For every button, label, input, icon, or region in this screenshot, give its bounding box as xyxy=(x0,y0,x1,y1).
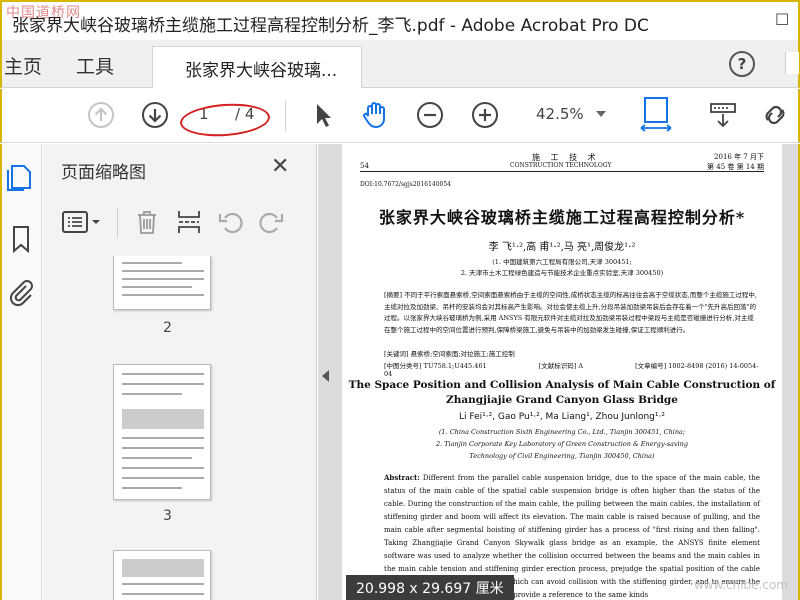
thumbnail-text-line xyxy=(122,383,204,385)
thumbnail-panel: 页面缩略图 ✕ 2 3 xyxy=(43,144,347,600)
attachment-icon[interactable] xyxy=(4,276,38,310)
window-title: 张家界大峡谷玻璃桥主缆施工过程高程控制分析_李飞.pdf - Adobe Acr… xyxy=(12,16,649,36)
thumbnail-text-line xyxy=(122,262,182,264)
panel-title: 页面缩略图 xyxy=(61,163,146,183)
link-tool-icon[interactable] xyxy=(760,100,790,130)
thumbnail-text-line xyxy=(122,457,192,459)
insert-page-icon[interactable] xyxy=(175,208,203,236)
tab-bar: 主页 工具 张家界大峡谷玻璃... ? xyxy=(0,40,800,88)
panel-toolbar xyxy=(43,200,317,246)
previous-page-icon[interactable] xyxy=(86,100,116,130)
classification-line: [中图分类号] TU758.1;U445.461 [文献标识码] A [文章编号… xyxy=(384,360,760,378)
affiliation-en-1: (1. China Construction Sixth Engineering… xyxy=(438,428,686,436)
thumbnail-list: 2 3 xyxy=(53,256,293,600)
thumbnail-text-line xyxy=(122,278,204,280)
thumbnail-page-number: 3 xyxy=(163,508,172,524)
affiliation-en-3: Technology of Civil Engineering, Tianjin… xyxy=(469,452,655,460)
thumbnail-page-3[interactable] xyxy=(113,364,211,500)
journal-name-en: CONSTRUCTION TECHNOLOGY xyxy=(510,162,612,169)
zoom-in-icon[interactable] xyxy=(470,100,500,130)
thumbnail-text-line xyxy=(122,437,204,439)
issue-date: 2016 年 7 月下 xyxy=(714,153,764,161)
zoom-level-input[interactable]: 42.5% xyxy=(536,105,584,123)
document-viewer: 54 施 工 技 术 CONSTRUCTION TECHNOLOGY 2016 … xyxy=(318,144,800,600)
hand-tool-icon[interactable] xyxy=(360,100,390,130)
close-icon[interactable]: ✕ xyxy=(271,154,289,179)
class-number: [中图分类号] TU758.1;U445.461 xyxy=(384,362,487,370)
thumbnail-text-line xyxy=(122,583,204,585)
tab-document-label: 张家界大峡谷玻璃... xyxy=(185,61,338,81)
thumbnail-page-2[interactable] xyxy=(113,256,211,310)
page-thumbnails-icon[interactable] xyxy=(4,160,38,194)
thumbnail-page-4[interactable] xyxy=(113,550,211,600)
collapse-panel-icon[interactable] xyxy=(322,370,329,382)
thumbnail-text-line xyxy=(122,270,204,272)
title-en: The Space Position and Collision Analysi… xyxy=(348,379,776,406)
thumbnail-text-line xyxy=(122,487,182,489)
maximize-icon[interactable]: ☐ xyxy=(775,10,789,29)
zoom-out-icon[interactable] xyxy=(415,100,445,130)
affiliation-cn-2: 2. 天津市土木工程绿色建造与节能技术企业重点实验室,天津 300450) xyxy=(460,269,664,277)
pdf-page[interactable]: 54 施 工 技 术 CONSTRUCTION TECHNOLOGY 2016 … xyxy=(342,144,782,600)
tab-overflow[interactable] xyxy=(785,52,799,74)
thumbnail-figure xyxy=(122,409,204,429)
bookmark-icon[interactable] xyxy=(4,222,38,256)
rotate-left-icon[interactable] xyxy=(217,208,245,236)
thumbnail-text-line xyxy=(122,477,204,479)
thumbnail-text-line xyxy=(122,467,204,469)
affiliation-en-2: 2. Tianjin Corporate Key Laboratory of G… xyxy=(435,440,689,448)
scroll-mode-icon[interactable] xyxy=(708,100,738,130)
panel-divider xyxy=(117,208,118,238)
toolbar: 1 / 4 42.5% xyxy=(0,89,800,143)
chevron-down-icon[interactable] xyxy=(596,111,606,117)
abstract-cn: [摘要] 不同于平行索面悬索桥,空间索面悬索桥由于主缆的空间性,成桥状态主缆的标… xyxy=(384,291,757,334)
title-bar: 张家界大峡谷玻璃桥主缆施工过程高程控制分析_李飞.pdf - Adobe Acr… xyxy=(0,0,800,40)
help-icon[interactable]: ? xyxy=(729,51,755,77)
toolbar-divider xyxy=(285,101,286,131)
options-menu-icon[interactable] xyxy=(61,208,103,236)
page-size-tooltip: 20.998 x 29.697 厘米 xyxy=(346,575,514,600)
tab-document[interactable]: 张家界大峡谷玻璃... xyxy=(152,46,362,88)
document-code: [文献标识码] A xyxy=(538,362,584,370)
thumbnail-text-line xyxy=(122,286,192,288)
page-number-header: 54 xyxy=(360,162,369,170)
header-rule xyxy=(360,171,764,172)
select-cursor-icon[interactable] xyxy=(308,100,338,130)
affiliation-cn-1: (1. 中国建筑第六工程局有限公司,天津 300451; xyxy=(492,258,632,266)
thumbnail-text-line xyxy=(122,373,204,375)
title-cn: 张家界大峡谷玻璃桥主缆施工过程高程控制分析* xyxy=(378,208,746,227)
keywords-cn: [关键词] 悬索桥;空间索面;对拉施工;施工控制 xyxy=(384,350,515,358)
thumbnail-text-line xyxy=(122,294,204,296)
tab-tools[interactable]: 工具 xyxy=(76,52,114,79)
thumbnail-text-line xyxy=(122,593,204,595)
rotate-right-icon[interactable] xyxy=(257,208,285,236)
thumbnail-page-number: 2 xyxy=(163,320,172,336)
authors-en: Li Fei¹·², Gao Pu¹·², Ma Liang¹, Zhou Ju… xyxy=(459,412,665,422)
doi: DOI:10.7672/sgjs2016140054 xyxy=(360,181,451,188)
thumbnail-table xyxy=(122,559,204,577)
fit-width-icon[interactable] xyxy=(639,95,673,135)
left-rail xyxy=(0,144,42,600)
thumbnail-text-line xyxy=(122,393,182,395)
tab-home[interactable]: 主页 xyxy=(4,52,42,79)
thumbnail-text-line xyxy=(122,447,204,449)
next-page-icon[interactable] xyxy=(140,100,170,130)
watermark-url: www.cnlbe.com xyxy=(693,578,788,592)
abstract-en-label: Abstract: xyxy=(384,473,420,482)
authors-cn: 李 飞¹·²,高 甫¹·²,马 亮¹,周俊龙¹·² xyxy=(488,242,636,253)
watermark: 中国道桥网 xyxy=(6,5,81,21)
delete-icon[interactable] xyxy=(133,208,161,236)
